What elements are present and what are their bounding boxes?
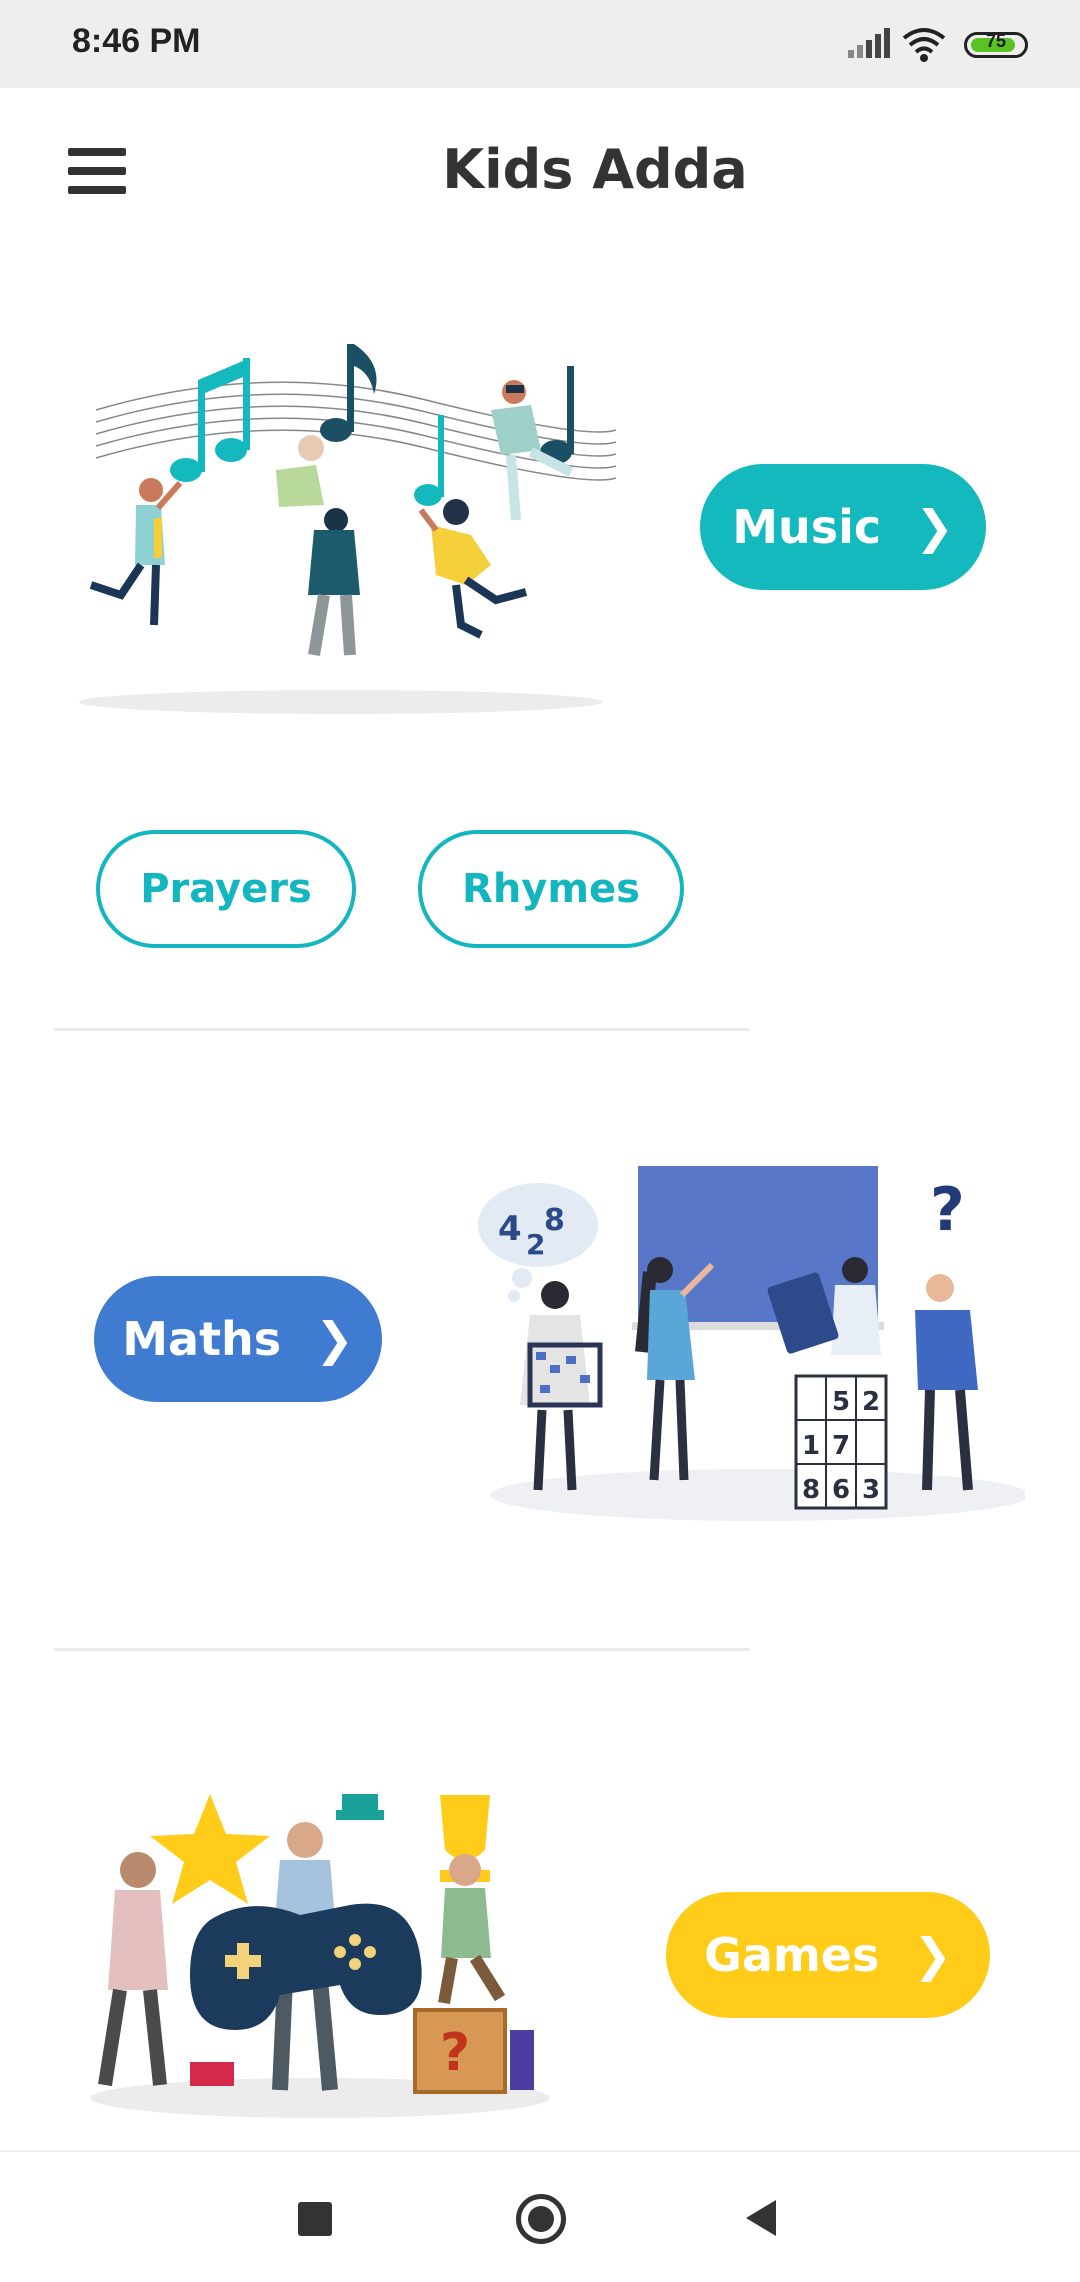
sudoku-3: 3 (862, 1475, 880, 1505)
svg-text:?: ? (930, 1175, 965, 1245)
app-bar: Kids Adda (0, 88, 1080, 256)
sudoku-2: 2 (862, 1387, 880, 1417)
music-button[interactable]: Music ❯ (700, 464, 986, 590)
music-button-label: Music (732, 500, 882, 554)
wifi-icon (900, 26, 948, 68)
back-icon[interactable] (744, 2198, 780, 2242)
games-illustration: ? (80, 1780, 560, 2120)
prayers-button-label: Prayers (140, 866, 312, 912)
chevron-right-icon: ❯ (315, 1312, 354, 1366)
maths-button[interactable]: Maths ❯ (94, 1276, 382, 1402)
thought-number-4: 4 (498, 1209, 522, 1249)
battery-level: 75 (985, 31, 1007, 51)
thought-number-2: 2 (526, 1228, 545, 1261)
section-divider (54, 1648, 750, 1651)
sudoku-5: 5 (832, 1387, 850, 1417)
battery-icon: 75 (964, 31, 1028, 58)
rhymes-button-label: Rhymes (462, 866, 640, 912)
system-navigation-bar (0, 2150, 1080, 2282)
games-button-label: Games (704, 1928, 880, 1982)
section-divider (54, 1028, 750, 1031)
prayers-button[interactable]: Prayers (96, 830, 356, 948)
sudoku-6: 6 (832, 1475, 850, 1505)
page-title: Kids Adda (442, 138, 748, 201)
chevron-right-icon: ❯ (915, 500, 954, 554)
maths-illustration: 4 2 8 ? 5 2 1 7 8 6 3 (470, 1160, 1030, 1525)
home-icon[interactable] (516, 2194, 566, 2244)
sudoku-8: 8 (802, 1475, 820, 1505)
games-button[interactable]: Games ❯ (666, 1892, 990, 2018)
chevron-right-icon: ❯ (913, 1928, 952, 1982)
sudoku-7: 7 (832, 1431, 850, 1461)
music-illustration (66, 330, 626, 720)
recent-apps-icon[interactable] (298, 2202, 332, 2236)
thought-number-8: 8 (544, 1203, 565, 1238)
svg-text:?: ? (440, 2023, 470, 2083)
signal-icon (848, 0, 890, 88)
sudoku-1: 1 (802, 1431, 820, 1461)
maths-button-label: Maths (122, 1312, 282, 1366)
status-bar: 8:46 PM 75 (0, 0, 1080, 88)
rhymes-button[interactable]: Rhymes (418, 830, 684, 948)
status-time: 8:46 PM (72, 22, 201, 60)
